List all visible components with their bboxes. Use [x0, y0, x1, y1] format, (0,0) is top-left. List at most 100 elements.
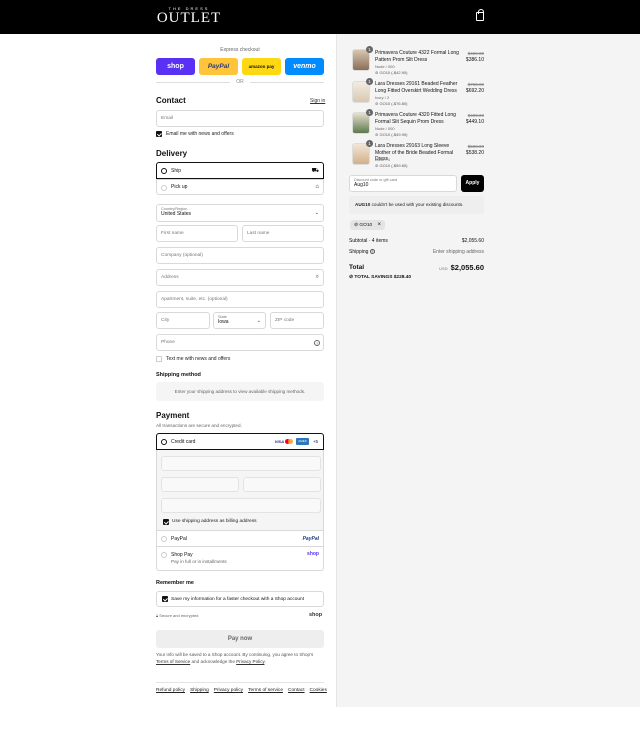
item-old-price: $499.00 — [467, 113, 484, 118]
apartment-field[interactable]: Apartment, suite, etc. (optional) — [156, 291, 324, 308]
secure-note: 🔒︎ Secure and encrypted — [156, 613, 198, 618]
bag-icon[interactable] — [476, 9, 484, 21]
security-code-field[interactable] — [243, 477, 321, 492]
amex-icon: AMEX — [296, 438, 309, 445]
paypal-option[interactable]: PayPal PayPal — [156, 531, 324, 547]
billing-address-checkbox[interactable] — [163, 519, 169, 525]
store-icon: ⌂ — [315, 184, 319, 190]
state-value: Iowa — [218, 319, 229, 325]
tag-icon: ⊘ — [375, 70, 379, 75]
apply-button[interactable]: Apply — [461, 175, 484, 192]
name-on-card-field[interactable] — [161, 498, 321, 513]
phone-field[interactable]: Phone ? — [156, 334, 324, 351]
footer-contact[interactable]: Contact — [288, 688, 305, 693]
country-select[interactable]: Country/Region United States ⌄ — [156, 204, 324, 222]
currency-label: USD — [439, 266, 448, 271]
text-news-checkbox[interactable] — [156, 356, 162, 362]
item-discount-code: GO10 (-$49.90) — [379, 132, 408, 137]
or-divider: OR — [156, 79, 324, 85]
legal-p1: Your info will be saved to a Shop accoun… — [156, 652, 314, 657]
secure-label: Secure and encrypted — [159, 613, 199, 618]
credit-card-option[interactable]: Credit card VISA AMEX +5 — [156, 433, 324, 450]
total-value: USD $2,055.60 — [439, 263, 484, 272]
pickup-option[interactable]: Pick up ⌂ — [156, 179, 324, 195]
discount-tag: ⊘ GO10 × — [350, 220, 386, 230]
ship-option[interactable]: Ship ⛟ — [156, 162, 324, 179]
state-select[interactable]: State Iowa ⌄ — [213, 312, 266, 329]
discount-field[interactable]: Discount code or gift card Aug10 — [349, 175, 457, 192]
zip-field[interactable]: ZIP code — [270, 312, 324, 329]
paypal-label: PayPal — [171, 535, 187, 542]
total-label: Total — [349, 264, 365, 271]
payment-subtitle: All transactions are secure and encrypte… — [156, 423, 242, 428]
shop-pay-radio[interactable] — [161, 552, 167, 558]
ship-radio[interactable] — [161, 168, 167, 174]
footer-terms[interactable]: Terms of service — [248, 688, 283, 693]
save-info-checkbox[interactable] — [162, 596, 168, 602]
quantity-badge: 1 — [366, 46, 373, 53]
ship-label: Ship — [171, 167, 182, 174]
first-name-field[interactable]: First name — [156, 225, 238, 242]
terms-link[interactable]: Terms of Service — [156, 659, 190, 664]
email-field[interactable]: Email — [156, 110, 324, 127]
item-discount: ⊘ GO10 (-$42.90) — [375, 70, 408, 75]
address-field[interactable]: Address ⌕ — [156, 269, 324, 286]
item-old-price: $429.00 — [467, 51, 484, 56]
shipping-method-heading: Shipping method — [156, 372, 201, 378]
shop-pay-button[interactable]: shop — [156, 58, 195, 75]
pickup-radio[interactable] — [161, 185, 167, 191]
sign-in-link[interactable]: Sign in — [310, 98, 325, 104]
more-cards-label: +5 — [312, 439, 318, 444]
expiry-field[interactable] — [161, 477, 239, 492]
shop-pay-option[interactable]: Shop Pay Pay in full or in installments … — [156, 547, 324, 571]
shipping-summary: Shipping ? — [349, 249, 375, 255]
venmo-button[interactable]: venmo — [285, 58, 324, 75]
chevron-down-icon: ⌄ — [256, 318, 261, 324]
email-news-checkbox[interactable] — [156, 131, 162, 137]
shop-pay-logo: shop — [307, 551, 319, 557]
close-icon[interactable]: × — [378, 222, 382, 228]
quantity-badge: 1 — [366, 109, 373, 116]
remember-me-heading: Remember me — [156, 580, 194, 586]
legal-p3: . — [264, 658, 266, 664]
discount-tag-code: GO10 — [359, 223, 373, 228]
item-discount: ⊘ GO10 (-$49.90) — [375, 132, 408, 137]
privacy-link[interactable]: Privacy Policy — [236, 659, 264, 664]
credit-card-radio[interactable] — [161, 439, 167, 445]
shop-pay-label: Shop Pay — [171, 552, 193, 558]
pickup-label: Pick up — [171, 184, 188, 190]
payment-heading: Payment — [156, 411, 190, 420]
save-info-label: Save my information for a faster checkou… — [171, 596, 305, 602]
savings-value: $228.40 — [393, 275, 412, 280]
legal-p2: and acknowledge the — [191, 658, 235, 664]
footer-refund[interactable]: Refund policy — [156, 688, 185, 693]
lock-icon: 🔒︎ — [156, 613, 159, 618]
last-name-field[interactable]: Last name — [242, 225, 324, 242]
quantity-badge: 1 — [366, 78, 373, 85]
tag-icon: ⊘ — [375, 163, 379, 168]
express-checkout-title: Express checkout — [220, 47, 260, 53]
amazon-pay-button[interactable]: amazon pay — [242, 58, 281, 75]
pay-now-button[interactable]: Pay now — [156, 630, 324, 648]
subtotal-label: Subtotal · 4 items — [349, 238, 388, 244]
shop-pay-sub: Pay in full or in installments — [171, 559, 227, 564]
help-icon[interactable]: ? — [314, 339, 320, 346]
paypal-radio[interactable] — [161, 536, 167, 542]
tag-icon: ⊘ — [375, 101, 379, 106]
shipping-summary-label: Shipping — [349, 249, 369, 255]
remember-me-box[interactable]: Save my information for a faster checkou… — [156, 591, 324, 607]
city-field[interactable]: City — [156, 312, 210, 329]
footer-privacy[interactable]: Privacy policy — [214, 688, 243, 693]
mastercard-icon — [285, 439, 293, 445]
footer-cookies[interactable]: Cookies — [310, 688, 327, 693]
card-number-field[interactable] — [161, 456, 321, 471]
footer-shipping[interactable]: Shipping — [190, 688, 209, 693]
discount-error-text: couldn't be used with your existing disc… — [370, 202, 464, 207]
brand-logo[interactable]: THE DRESS OUTLET — [156, 6, 222, 26]
paypal-button[interactable]: PayPal — [199, 58, 238, 75]
address-placeholder: Address — [161, 275, 179, 280]
company-field[interactable]: Company (optional) — [156, 247, 324, 264]
discount-error: AUG10 couldn't be used with your existin… — [349, 196, 484, 214]
tag-icon: ⊘ — [354, 223, 359, 228]
help-icon[interactable]: ? — [369, 249, 375, 254]
